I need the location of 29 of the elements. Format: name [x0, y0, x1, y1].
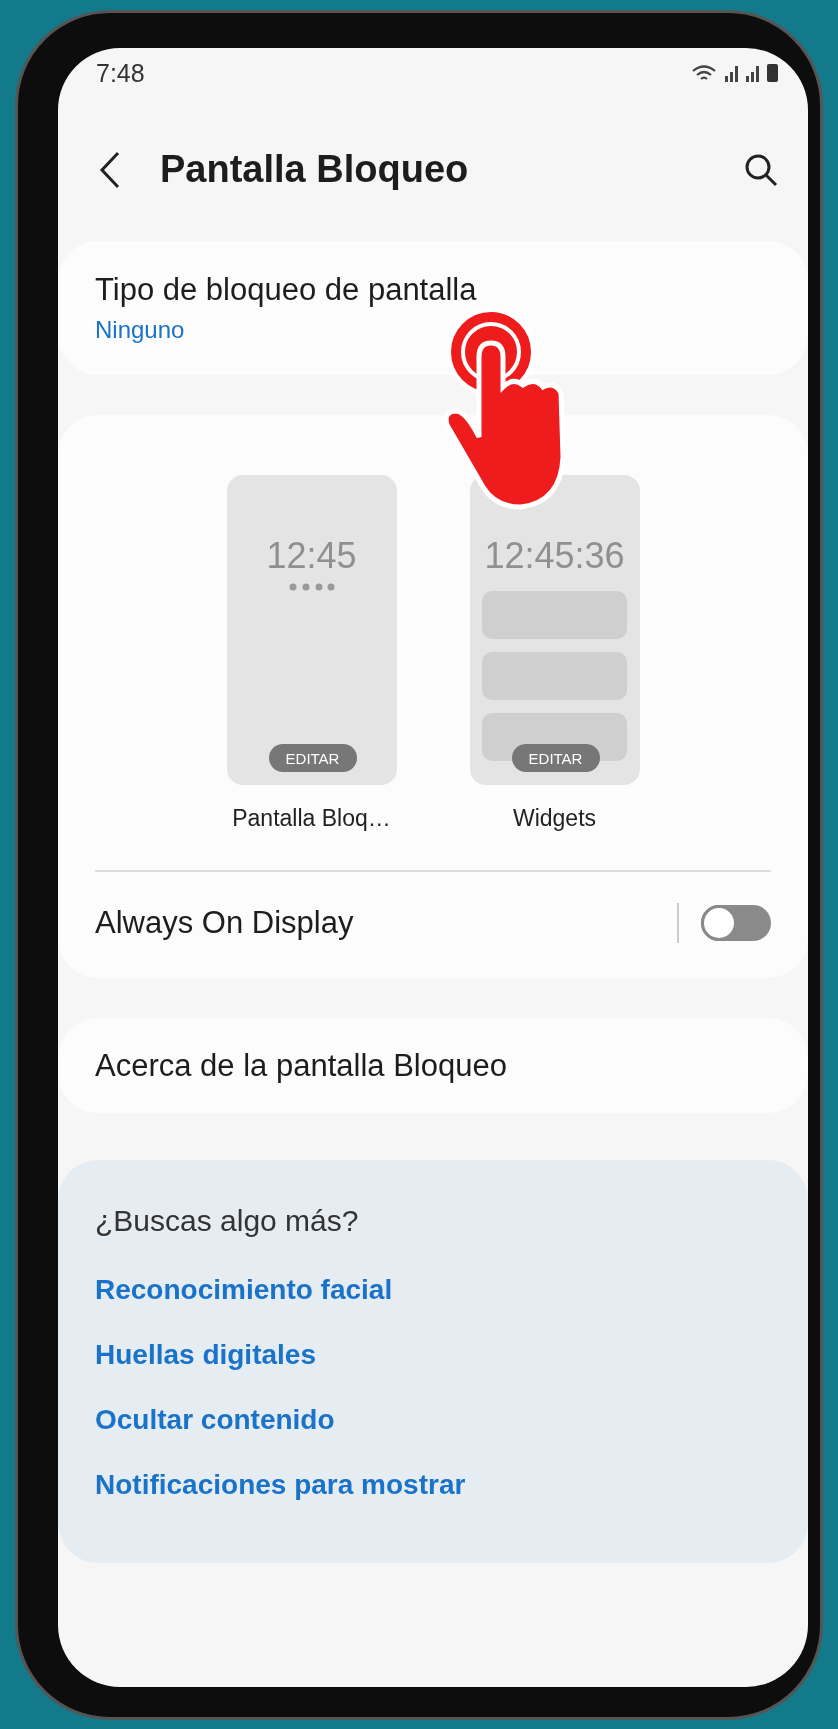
lock-type-label: Tipo de bloqueo de pantalla [95, 272, 478, 308]
search-icon[interactable] [744, 152, 778, 187]
back-icon[interactable] [98, 150, 122, 189]
always-on-display-label: Always On Display [95, 905, 355, 941]
edit-button[interactable]: EDITAR [511, 744, 600, 772]
about-item[interactable]: Acerca de la pantalla Bloqueo [58, 1018, 808, 1113]
page-title: Pantalla Bloqueo [160, 148, 470, 191]
toggle-switch[interactable] [701, 905, 771, 941]
wifi-icon [691, 64, 717, 82]
suggestions-title: ¿Buscas algo más? [95, 1204, 360, 1238]
suggestion-link[interactable]: Reconocimiento facial [95, 1274, 771, 1339]
suggestion-link[interactable]: Ocultar contenido [95, 1404, 771, 1469]
preview-label: Pantalla Bloq… [232, 805, 391, 832]
suggestion-link[interactable]: Huellas digitales [95, 1339, 771, 1404]
lock-screen-preview[interactable]: 12:45:36 EDITAR [469, 475, 640, 785]
about-label: Acerca de la pantalla Bloqueo [95, 1047, 507, 1084]
lock-type-item[interactable]: Tipo de bloqueo de pantalla Ninguno [58, 241, 808, 375]
suggestion-link[interactable]: Notificaciones para mostrar [95, 1469, 771, 1534]
preview-clock: 12:45 [266, 535, 357, 577]
edit-button[interactable]: EDITAR [268, 744, 357, 772]
pin-dots-icon [288, 583, 335, 591]
status-time: 7:48 [96, 58, 145, 88]
signal-icon [725, 66, 738, 82]
battery-icon [767, 64, 778, 82]
lock-screen-preview[interactable]: 12:45 EDITAR [226, 475, 397, 785]
preview-label: Widgets [512, 805, 597, 832]
lock-type-value: Ninguno [95, 316, 186, 344]
signal-icon [746, 66, 759, 82]
preview-clock: 12:45:36 [484, 535, 625, 577]
